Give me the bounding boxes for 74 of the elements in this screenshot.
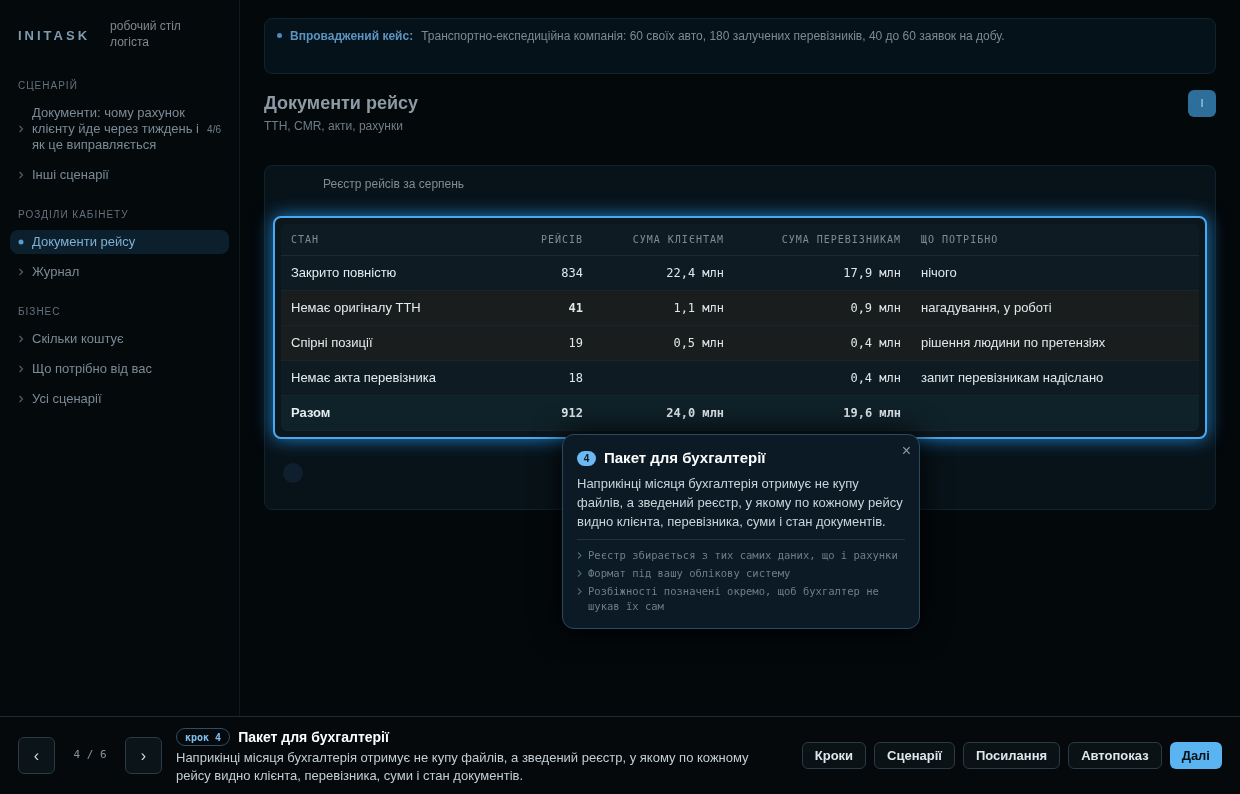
sidebar-item[interactable]: Журнал <box>10 260 229 284</box>
next-button[interactable]: › <box>125 737 162 774</box>
table-cell-text: Немає оригіналу ТТН <box>290 299 422 318</box>
close-button[interactable]: × <box>901 439 911 463</box>
table-cell-text: рішення людини по претензіях <box>920 334 1107 353</box>
tooltip-point: Розбіжності позначені окремо, щоб бухгалтер не шукав їх сам <box>588 583 880 614</box>
table-cell-text: Разом <box>290 404 332 423</box>
footer-button[interactable]: Кроки <box>801 742 867 769</box>
sidebar-item[interactable]: Документи рейсу <box>10 230 229 254</box>
step-description: Наприкінці місяця бухгалтерія отримує не купу файлів, а зведений реєстр, у якому по кожному рейсу видно клієнта, перевізника, суми і стан документів. <box>176 748 750 785</box>
table-cell-text: 41 <box>567 300 583 317</box>
table-cell-text: нагадування, у роботі <box>920 299 1053 318</box>
chevron-icon <box>18 268 24 276</box>
table-cell-text: Спірні позиції <box>290 334 374 353</box>
sidebar-item[interactable]: Що потрібно від вас <box>10 357 229 381</box>
sidebar-item[interactable]: Скільки коштує <box>10 327 229 351</box>
chevron-icon <box>577 551 582 559</box>
table-cell-text: 22,4 млн <box>665 265 724 282</box>
table-cell-text: 0,4 млн <box>849 335 901 352</box>
chevron-icon <box>18 395 24 403</box>
chevron-icon <box>18 125 24 133</box>
tooltip-title: Пакет для бухгалтерії <box>604 448 766 468</box>
table-cell-text: запит перевізникам надіслано <box>920 369 1105 388</box>
table-cell-text: 18 <box>567 370 583 387</box>
column-header: СУМА КЛІЄНТАМ <box>631 233 724 247</box>
table-cell-text: 834 <box>560 265 583 282</box>
chevron-icon <box>18 365 24 373</box>
section-title: СЦЕНАРІЙ <box>17 78 79 93</box>
section-title: БІЗНЕС <box>17 305 62 319</box>
chevron-icon <box>577 569 582 577</box>
table-cell-text: 0,5 млн <box>672 335 724 352</box>
column-header: РЕЙСІВ <box>539 232 583 247</box>
table-cell-text: 17,9 млн <box>842 265 901 282</box>
chevron-icon <box>18 171 24 179</box>
tooltip-text: Наприкінці місяця бухгалтерія отримує не купу файлів, а зведений реєстр, у якому по кожному рейсу видно клієнта, перевізника, суми і стан документів. <box>577 473 905 540</box>
page-subtitle: ТТН, CMR, акти, рахунки <box>264 118 404 135</box>
scenario-progress: 4/6 <box>207 122 221 137</box>
footer-button[interactable]: Далі <box>1169 742 1222 769</box>
logo: INITASK <box>18 27 91 45</box>
table-cell-text: 0,9 млн <box>849 300 901 317</box>
tooltip-point: Реєстр збирається з тих самих даних, що і рахунки <box>588 547 898 563</box>
column-header: СТАН <box>290 233 321 247</box>
banner-label: Впроваджений кейс: <box>290 28 414 45</box>
chevron-icon <box>18 335 24 343</box>
sidebar-item[interactable]: Інші сценарії <box>10 163 229 187</box>
card-title: Реєстр рейсів за серпень <box>322 176 466 193</box>
dot-icon <box>18 238 24 246</box>
previous-button[interactable]: ‹ <box>18 737 55 774</box>
sidebar-item[interactable]: Документи: чому рахунок клієнту йде через тиждень і як це виправляється 4/6 <box>10 101 229 157</box>
chevron-icon <box>577 587 582 595</box>
column-header: ЩО ПОТРІБНО <box>920 233 1000 247</box>
column-header: СУМА ПЕРЕВІЗНИКАМ <box>780 233 901 247</box>
step-badge: 4 <box>577 450 596 466</box>
table-cell-text: 19 <box>567 335 583 352</box>
user-avatar[interactable]: І <box>1188 90 1216 117</box>
table-cell-text: 0,4 млн <box>849 370 901 387</box>
section-title: РОЗДІЛИ КАБІНЕТУ <box>17 208 130 222</box>
table-cell-text: 24,0 млн <box>665 405 724 422</box>
table-cell-text: 19,6 млн <box>842 405 901 422</box>
footer-button[interactable]: Посилання <box>963 742 1061 769</box>
footer-button[interactable]: Автопоказ <box>1068 742 1162 769</box>
table-cell-text: нічого <box>920 264 958 283</box>
tooltip-point: Формат під вашу облікову систему <box>588 565 791 581</box>
sidebar-item[interactable]: Усі сценарії <box>10 387 229 411</box>
table-cell-text: 1,1 млн <box>672 300 724 317</box>
step-counter: 4 / 6 <box>72 747 108 764</box>
table-cell-text: Закрито повністю <box>290 264 398 283</box>
step-title: Пакет для бухгалтерії <box>238 727 389 747</box>
banner-text: Транспортно-експедиційна компанія: 60 своїх авто, 180 залучених перевізників, 40 до 60 заявок на добу. <box>421 28 1005 45</box>
logo-subtitle: робочий стіл логіста <box>110 18 182 50</box>
table-cell-text: Немає акта перевізника <box>290 369 437 388</box>
table-cell-text: 912 <box>560 405 583 422</box>
page-title: Документи рейсу <box>264 92 418 115</box>
footer-button[interactable]: Сценарії <box>874 742 955 769</box>
